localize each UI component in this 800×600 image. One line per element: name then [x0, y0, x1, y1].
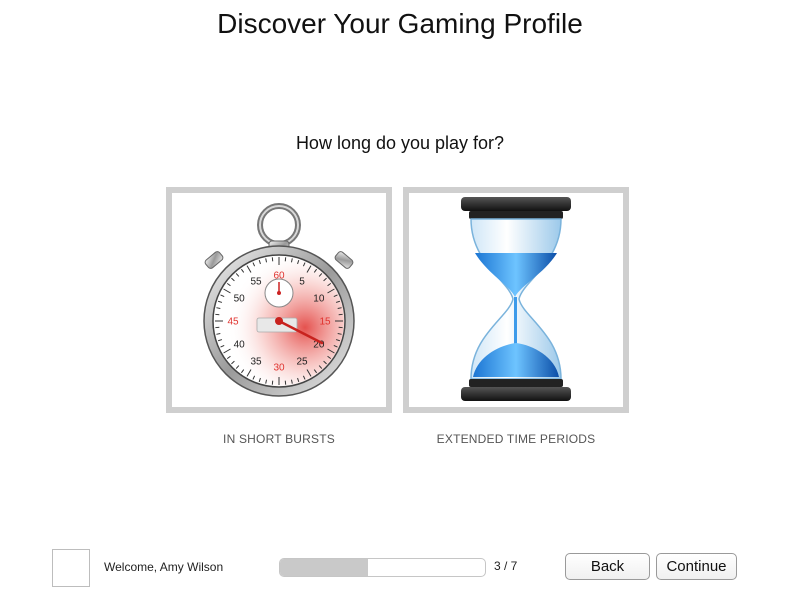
gaming-profile-page: Discover Your Gaming Profile How long do…: [0, 0, 800, 600]
dial-number: 15: [319, 317, 331, 328]
continue-button[interactable]: Continue: [656, 553, 737, 580]
progress-bar-fill: [280, 559, 369, 576]
welcome-text: Welcome, Amy Wilson: [104, 560, 224, 574]
option-short-bursts[interactable]: 60 5 10 15 20 25 30 35 40 45 50 55: [166, 187, 392, 413]
dial-number: 50: [234, 294, 246, 305]
option-label-extended-periods: EXTENDED TIME PERIODS: [436, 432, 596, 446]
dial-number: 5: [299, 277, 305, 288]
dial-number: 25: [296, 356, 308, 367]
dial-number: 55: [250, 277, 262, 288]
stopwatch-icon: 60510152025303540455055: [203, 203, 355, 397]
dial-number: 35: [250, 356, 262, 367]
option-label-short-bursts: IN SHORT BURSTS: [223, 432, 335, 446]
avatar: [52, 549, 90, 587]
hourglass-icon: [461, 197, 571, 401]
dial-number: 10: [313, 294, 325, 305]
dial-number: 40: [234, 340, 246, 351]
page-title: Discover Your Gaming Profile: [217, 8, 583, 39]
progress-bar: [279, 558, 486, 577]
dial-number: 30: [273, 363, 285, 374]
back-button[interactable]: Back: [565, 553, 650, 580]
option-extended-periods[interactable]: [403, 187, 629, 413]
progress-step-text: 3 / 7: [494, 559, 518, 573]
dial-number: 45: [227, 317, 239, 328]
question-text: How long do you play for?: [295, 133, 505, 153]
